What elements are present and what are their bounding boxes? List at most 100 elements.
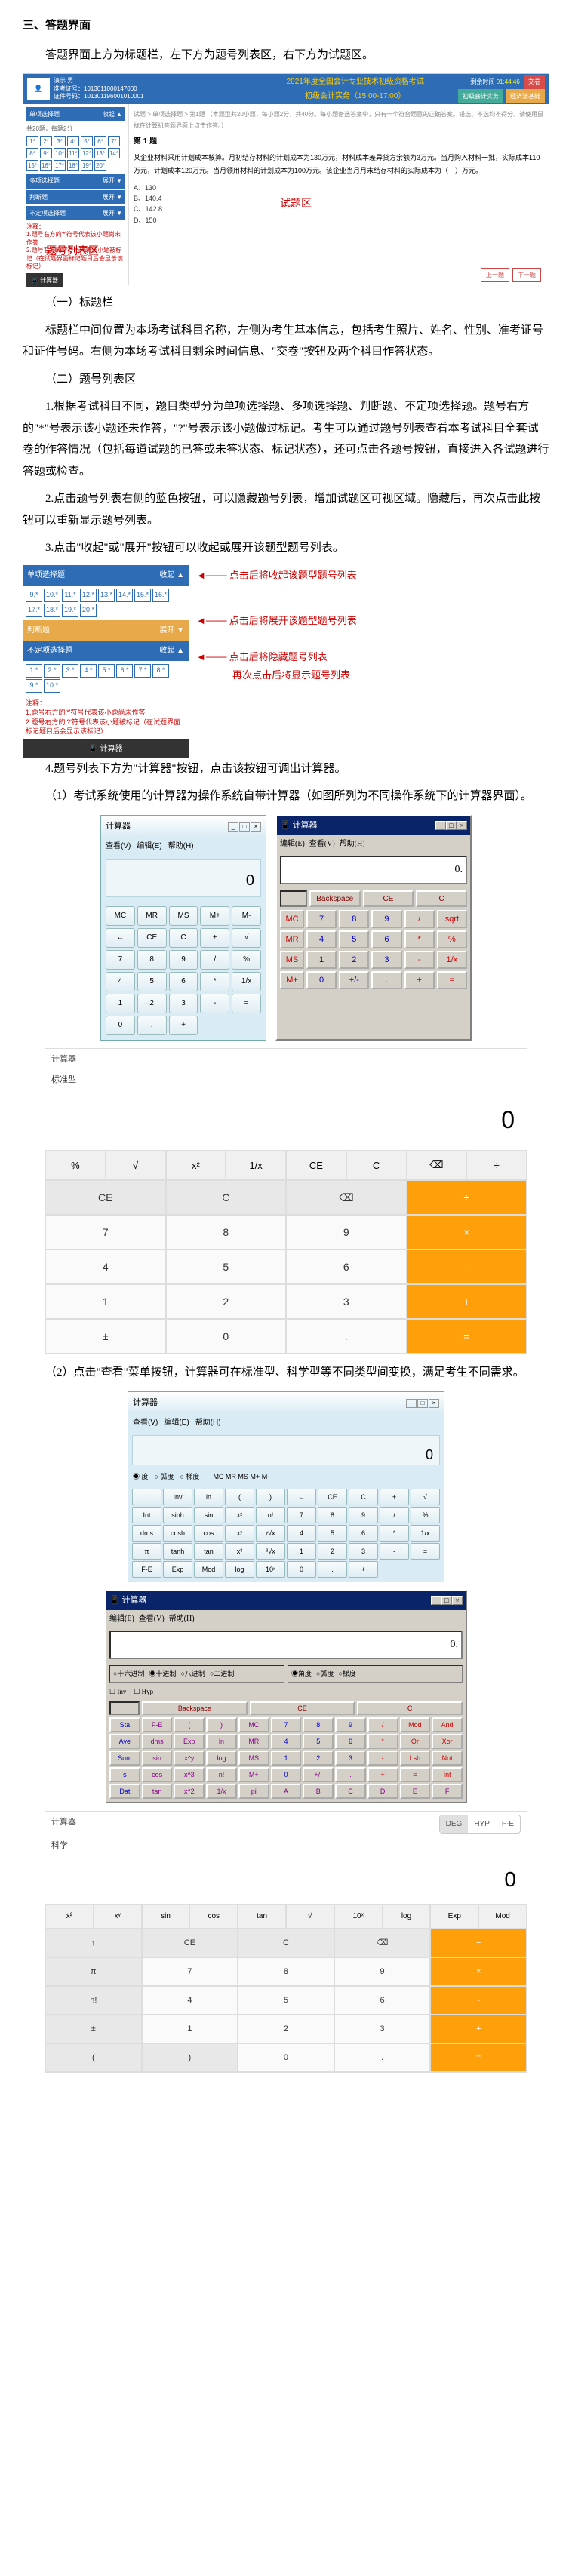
c-key[interactable]: C bbox=[416, 890, 467, 907]
calc-key[interactable]: / bbox=[380, 1507, 409, 1523]
calc-key[interactable]: ± bbox=[45, 2015, 142, 2043]
calc-key[interactable]: MR bbox=[280, 930, 304, 948]
calc-key[interactable]: 8 bbox=[339, 910, 369, 928]
calc-key[interactable]: 6 bbox=[286, 1250, 407, 1284]
calc-key[interactable]: 1/x bbox=[437, 951, 467, 969]
qnum-8[interactable]: 8* bbox=[26, 148, 38, 158]
calc-key[interactable]: * bbox=[200, 972, 229, 991]
calc-key[interactable]: . bbox=[286, 1319, 407, 1354]
calc-key[interactable]: 7 bbox=[287, 1507, 316, 1523]
calc-key[interactable]: C bbox=[349, 1489, 378, 1505]
calc-key[interactable]: x^y bbox=[174, 1751, 205, 1766]
calc-key[interactable]: Not bbox=[432, 1751, 463, 1766]
calc-key[interactable]: Int bbox=[132, 1507, 161, 1523]
qnum-cell[interactable]: 10.* bbox=[44, 679, 60, 693]
calculator-button-2[interactable]: 📱 计算器 bbox=[23, 739, 189, 758]
calc-key[interactable]: 2 bbox=[339, 951, 369, 969]
calc-key[interactable]: Exp bbox=[174, 1734, 205, 1749]
calc-key[interactable]: ⌫ bbox=[286, 1180, 407, 1215]
menu-view[interactable]: 查看(V) bbox=[309, 840, 335, 848]
menu-help[interactable]: 帮助(H) bbox=[340, 840, 365, 848]
calc-key[interactable]: MR bbox=[137, 906, 167, 926]
calc-key[interactable]: 1/x bbox=[232, 972, 261, 991]
close-icon[interactable]: × bbox=[429, 1399, 439, 1408]
calc-key[interactable]: 7 bbox=[271, 1717, 302, 1732]
calc-key[interactable]: D bbox=[367, 1784, 398, 1799]
calc-key[interactable]: A bbox=[271, 1784, 302, 1799]
calc-key[interactable]: F-E bbox=[142, 1717, 173, 1732]
calc-key[interactable]: ʸ√x bbox=[256, 1525, 285, 1542]
calc-key[interactable]: / bbox=[200, 950, 229, 970]
backspace-key[interactable]: Backspace bbox=[142, 1701, 248, 1715]
calc-key[interactable]: CE bbox=[142, 1929, 238, 1957]
calc-key[interactable]: 1/x bbox=[206, 1784, 237, 1799]
calc-key[interactable]: + bbox=[407, 1284, 527, 1319]
calc-key[interactable]: - bbox=[407, 1250, 527, 1284]
maximize-icon[interactable]: □ bbox=[446, 821, 457, 830]
calc-key[interactable]: 1 bbox=[106, 994, 135, 1013]
calc-key[interactable]: ln bbox=[206, 1734, 237, 1749]
calc-key[interactable]: cos bbox=[142, 1767, 173, 1782]
calc-key[interactable]: ( bbox=[45, 2043, 142, 2072]
calc-key[interactable]: 3 bbox=[371, 951, 401, 969]
calc-key[interactable]: ÷ bbox=[407, 1180, 527, 1215]
maximize-icon[interactable]: □ bbox=[417, 1399, 428, 1408]
qnum-14[interactable]: 14* bbox=[108, 148, 120, 158]
calc-key[interactable]: √ bbox=[232, 928, 261, 948]
qnum-cell[interactable]: 15.* bbox=[134, 589, 151, 602]
subject-status-2[interactable]: 经济法基础 bbox=[506, 89, 545, 103]
calc-key[interactable]: 8 bbox=[303, 1717, 334, 1732]
calc-key[interactable]: * bbox=[380, 1525, 409, 1542]
calc-key[interactable]: tanh bbox=[163, 1543, 192, 1560]
calc-key[interactable]: s bbox=[109, 1767, 140, 1782]
qnum-15[interactable]: 15* bbox=[26, 160, 38, 171]
calc-key[interactable]: M+ bbox=[238, 1767, 269, 1782]
calc-key[interactable]: ± bbox=[200, 928, 229, 948]
calc-key[interactable]: π bbox=[45, 1957, 142, 1986]
close-icon[interactable]: × bbox=[251, 822, 261, 832]
subject-status-1[interactable]: 初级会计实务 bbox=[458, 89, 503, 103]
radio-gradian[interactable]: ○ 梯度 bbox=[180, 1473, 199, 1480]
qnum-5[interactable]: 5* bbox=[81, 136, 93, 146]
qnum-cell[interactable]: 7.* bbox=[134, 664, 151, 678]
calc-key[interactable]: 4 bbox=[271, 1734, 302, 1749]
calc-key[interactable]: 1 bbox=[45, 1284, 166, 1319]
calc-key[interactable]: / bbox=[404, 910, 435, 928]
calc-key[interactable]: +/- bbox=[303, 1767, 334, 1782]
calc-key[interactable]: MC bbox=[238, 1717, 269, 1732]
calc-key[interactable]: + bbox=[367, 1767, 398, 1782]
calc-key[interactable]: . bbox=[371, 971, 401, 989]
c-key[interactable]: C bbox=[357, 1701, 463, 1715]
calc-key[interactable]: ÷ bbox=[430, 1929, 527, 1957]
hyp-checkbox[interactable]: ☐ Hyp bbox=[134, 1688, 153, 1695]
calc-key[interactable]: 9 bbox=[349, 1507, 378, 1523]
ce-key[interactable]: CE bbox=[363, 890, 414, 907]
qnum-2[interactable]: 2* bbox=[40, 136, 52, 146]
calc-key[interactable]: 2 bbox=[166, 1284, 287, 1319]
calc-key[interactable]: / bbox=[367, 1717, 398, 1732]
calc-key[interactable]: Mod bbox=[478, 1904, 527, 1929]
calc-key[interactable]: % bbox=[45, 1150, 106, 1180]
qnum-cell[interactable]: 18.* bbox=[44, 604, 60, 617]
calc-key[interactable]: ( bbox=[225, 1489, 254, 1505]
calc-key[interactable]: 0 bbox=[106, 1016, 135, 1035]
qnum-cell[interactable]: 3.* bbox=[62, 664, 78, 678]
calc-key[interactable]: MS bbox=[238, 1751, 269, 1766]
qnum-cell[interactable]: 8.* bbox=[152, 664, 169, 678]
calc-key[interactable]: n! bbox=[256, 1507, 285, 1523]
calc-key[interactable]: C bbox=[169, 928, 198, 948]
calc-key[interactable]: 7 bbox=[306, 910, 337, 928]
qnum-cell[interactable]: 9.* bbox=[26, 589, 42, 602]
calc-key[interactable]: % bbox=[437, 930, 467, 948]
calc-key[interactable]: 7 bbox=[142, 1957, 238, 1986]
calc-key[interactable]: 4 bbox=[306, 930, 337, 948]
calc-key[interactable]: ± bbox=[380, 1489, 409, 1505]
calc-key[interactable]: 0 bbox=[306, 971, 337, 989]
calc-key[interactable]: 5 bbox=[137, 972, 167, 991]
qnum-9[interactable]: 9* bbox=[40, 148, 52, 158]
calc-key[interactable]: 5 bbox=[303, 1734, 334, 1749]
qnum-17[interactable]: 17* bbox=[54, 160, 66, 171]
calc-key[interactable]: 3 bbox=[334, 2015, 431, 2043]
calc-key[interactable]: n! bbox=[45, 1986, 142, 2015]
minimize-icon[interactable]: _ bbox=[228, 822, 238, 832]
